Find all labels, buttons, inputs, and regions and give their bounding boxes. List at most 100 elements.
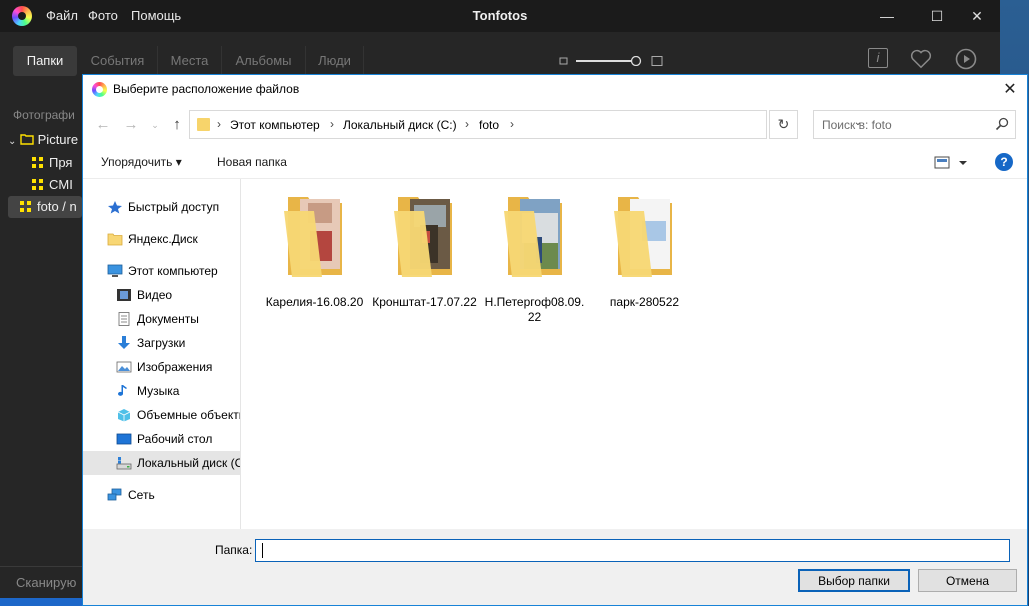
- heart-icon[interactable]: [910, 48, 932, 70]
- nav-item-label: Быстрый доступ: [128, 200, 220, 214]
- forward-button[interactable]: →: [121, 114, 141, 136]
- nav-item-desktop[interactable]: Рабочий стол: [83, 427, 240, 451]
- nav-item-documents[interactable]: Документы: [83, 307, 240, 331]
- folder-icon: [197, 118, 210, 131]
- sidebar-heading: Фотографи: [13, 108, 75, 122]
- nav-item-yandex-disk[interactable]: Яндекс.Диск: [83, 227, 240, 251]
- nav-item-images[interactable]: Изображения: [83, 355, 240, 379]
- dialog-close-button[interactable]: ✕: [993, 75, 1027, 104]
- nav-item-downloads[interactable]: Загрузки: [83, 331, 240, 355]
- breadcrumb-this-pc[interactable]: Этот компьютер: [230, 118, 320, 132]
- tab-people[interactable]: Люди: [306, 46, 364, 76]
- zoom-slider[interactable]: [558, 56, 668, 66]
- folder-name: Карелия-16.08.20: [265, 295, 364, 309]
- cancel-button[interactable]: Отмена: [918, 569, 1017, 592]
- maximize-icon: ☐: [930, 7, 944, 24]
- sidebar-item-pictures[interactable]: ⌄ Picture: [8, 129, 82, 151]
- folder-icon: [284, 197, 342, 277]
- arrow-up-icon: ↑: [173, 116, 181, 133]
- nav-item-label: Яндекс.Диск: [128, 232, 198, 246]
- minimize-icon: —: [880, 8, 894, 24]
- folder-view: Карелия-16.08.20 Кронштат-17.07.22 Н.Пет…: [242, 179, 1027, 529]
- sidebar-item-folder-1[interactable]: Пря: [32, 152, 82, 174]
- folder-icon: [394, 197, 452, 277]
- view-options-button[interactable]: [933, 154, 973, 172]
- folder-tile-kronshtat[interactable]: Кронштат-17.07.22: [372, 191, 477, 319]
- network-icon: [107, 488, 122, 501]
- text-caret: [262, 543, 263, 558]
- sidebar-item-label: Пря: [49, 155, 73, 170]
- tab-places[interactable]: Места: [158, 46, 222, 76]
- nav-item-local-disk-c[interactable]: Локальный диск (C:): [83, 451, 240, 475]
- folder-tile-karelia[interactable]: Карелия-16.08.20: [262, 191, 367, 319]
- nav-item-label: Локальный диск (C:): [137, 456, 240, 470]
- folder-tile-park[interactable]: парк-280522: [592, 191, 697, 319]
- drive-icon: [116, 457, 132, 470]
- play-icon[interactable]: [955, 48, 977, 70]
- nav-item-3d-objects[interactable]: Объемные объекты: [83, 403, 240, 427]
- nav-item-this-pc[interactable]: Этот компьютер: [83, 259, 240, 283]
- video-icon: [117, 289, 131, 301]
- close-icon: ✕: [971, 7, 983, 24]
- new-folder-button[interactable]: Новая папка: [217, 155, 287, 169]
- sidebar-item-foto[interactable]: foto / n: [8, 196, 82, 218]
- breadcrumb-separator-icon: ›: [217, 117, 221, 131]
- search-icon: [995, 117, 1009, 131]
- back-button[interactable]: ←: [93, 114, 113, 136]
- help-icon[interactable]: ?: [995, 153, 1013, 171]
- nav-item-label: Изображения: [137, 360, 213, 374]
- nav-item-label: Рабочий стол: [137, 432, 213, 446]
- folder-tile-peterhof[interactable]: Н.Петергоф08.09.22: [482, 191, 587, 324]
- breadcrumb-foto[interactable]: foto: [479, 118, 499, 132]
- chevron-down-icon: ⌄: [151, 120, 159, 130]
- folder-picker-dialog: Выберите расположение файлов ✕ ← → ⌄ ↑ ›…: [82, 74, 1028, 606]
- command-bar: Упорядочить ▾ Новая папка ?: [83, 146, 1027, 179]
- images-icon: [116, 361, 132, 373]
- computer-icon: [107, 264, 123, 277]
- nav-item-quick-access[interactable]: Быстрый доступ: [83, 195, 240, 219]
- close-app-button[interactable]: ✕: [954, 0, 1000, 32]
- grid-icon: [32, 157, 43, 168]
- sidebar-item-folder-2[interactable]: CMI: [32, 174, 82, 196]
- folder-icon: [20, 134, 34, 145]
- breadcrumb-separator-icon: ›: [510, 117, 514, 131]
- minimize-button[interactable]: —: [864, 0, 910, 32]
- select-folder-button[interactable]: Выбор папки: [798, 569, 910, 592]
- close-icon: ✕: [1003, 81, 1017, 98]
- breadcrumb-drive-c[interactable]: Локальный диск (C:): [343, 118, 457, 132]
- folder-field-label: Папка:: [215, 543, 253, 557]
- star-icon: [108, 201, 122, 214]
- app-title: Tonfotos: [472, 8, 528, 23]
- nav-item-network[interactable]: Сеть: [83, 483, 240, 507]
- folder-name-input[interactable]: [255, 539, 1010, 562]
- folder-icon: [107, 233, 123, 246]
- tab-folders[interactable]: Папки: [13, 46, 77, 76]
- organize-button[interactable]: Упорядочить ▾: [101, 155, 182, 169]
- grid-icon: [32, 179, 43, 190]
- up-button[interactable]: ↑: [167, 114, 187, 136]
- sidebar-item-label: CMI: [49, 177, 73, 192]
- tab-events[interactable]: События: [78, 46, 158, 76]
- nav-item-music[interactable]: Музыка: [83, 379, 240, 403]
- desktop-icon: [116, 433, 132, 445]
- search-input[interactable]: [815, 112, 985, 137]
- downloads-icon: [118, 336, 130, 349]
- nav-item-label: Объемные объекты: [137, 408, 240, 422]
- sidebar-item-label: Picture: [37, 132, 79, 147]
- recent-locations-button[interactable]: ⌄: [145, 114, 165, 136]
- folder-name: Н.Петергоф08.09.22: [484, 295, 585, 324]
- info-icon[interactable]: i: [868, 48, 888, 68]
- navigation-row: ← → ⌄ ↑ › Этот компьютер › Локальный дис…: [83, 104, 1027, 146]
- nav-item-video[interactable]: Видео: [83, 283, 240, 307]
- breadcrumb-separator-icon: ›: [330, 117, 334, 131]
- nav-item-label: Сеть: [128, 488, 155, 502]
- app-logo-icon: [92, 82, 107, 97]
- refresh-button[interactable]: ↻: [769, 110, 798, 139]
- scan-status: Сканирую: [0, 566, 82, 598]
- app-sidebar: Фотографи ⌄ Picture Пря CMI foto / n Ска…: [0, 88, 82, 606]
- app-titlebar: Файл Фото Помощь Tonfotos — ☐ ✕: [0, 0, 1000, 32]
- address-bar[interactable]: › Этот компьютер › Локальный диск (C:) ›…: [189, 110, 862, 139]
- refresh-icon: ↻: [777, 116, 790, 132]
- tab-albums[interactable]: Альбомы: [222, 46, 306, 76]
- chevron-down-icon: ⌄: [8, 136, 17, 147]
